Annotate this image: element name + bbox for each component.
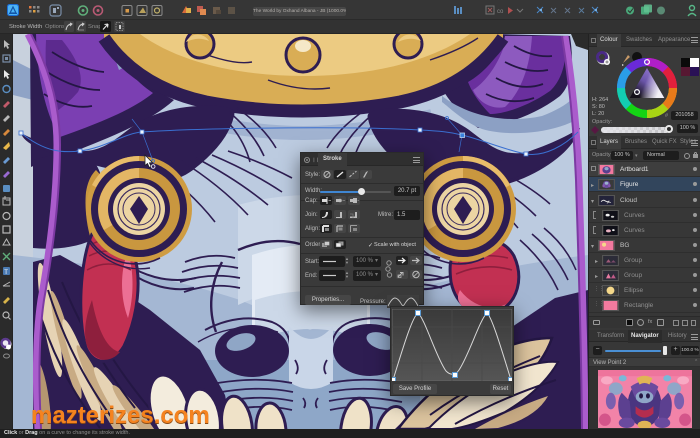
svg-text:T: T xyxy=(4,270,8,276)
svg-text:co: co xyxy=(497,9,504,15)
